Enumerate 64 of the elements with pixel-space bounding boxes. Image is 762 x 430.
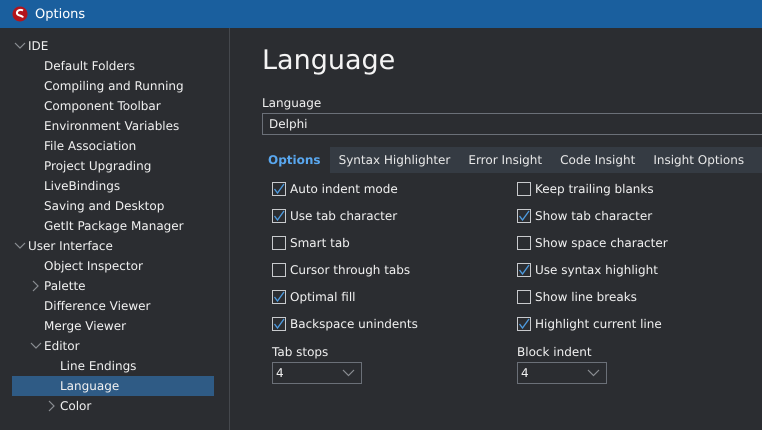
checkbox[interactable] [517,236,531,250]
checkbox-label[interactable]: Smart tab [290,236,350,250]
checkbox-label[interactable]: Keep trailing blanks [535,182,654,196]
checkbox-label[interactable]: Use tab character [290,208,398,222]
tree-item[interactable]: Language [12,376,214,396]
tree-item[interactable]: Compiling and Running [12,76,214,96]
checkbox[interactable] [517,208,531,222]
checkbox[interactable] [272,290,286,304]
checkbox[interactable] [517,316,531,330]
checkbox[interactable] [517,290,531,304]
dropdown[interactable]: 4 [272,362,362,384]
chevron-down-icon[interactable] [30,342,42,350]
checkbox[interactable] [517,182,531,196]
checkbox[interactable] [272,262,286,276]
tree-item[interactable]: User Interface [12,236,214,256]
tree-item[interactable]: GetIt Package Manager [12,216,214,236]
tab[interactable]: Code Insight [551,147,644,173]
tree-item[interactable]: Environment Variables [12,116,214,136]
page-heading: Language [262,44,396,78]
tree-item[interactable]: Saving and Desktop [12,196,214,216]
checkbox[interactable] [517,262,531,276]
checkbox-label[interactable]: Show tab character [535,208,652,222]
checkbox[interactable] [272,316,286,330]
checkbox-label[interactable]: Auto indent mode [290,182,398,196]
checkbox-label[interactable]: Backspace unindents [290,316,418,330]
tree-item[interactable]: Editor [12,336,214,356]
tree-item[interactable]: File Association [12,136,214,156]
chevron-down-icon [587,369,600,377]
window-title: Options [35,6,86,22]
checkbox-label[interactable]: Use syntax highlight [535,262,658,276]
field-label: Block indent [517,345,593,359]
chevron-right-icon[interactable] [32,280,40,292]
checkbox-label[interactable]: Cursor through tabs [290,262,410,276]
tree-item[interactable]: Default Folders [12,56,214,76]
tree-item[interactable]: Difference Viewer [12,296,214,316]
checkbox-label[interactable]: Show space character [535,236,668,250]
language-field[interactable]: Delphi [262,113,762,135]
dropdown[interactable]: 4 [517,362,607,384]
checkbox-label[interactable]: Show line breaks [535,290,637,304]
tab[interactable]: Error Insight [459,147,552,173]
tab[interactable]: Options [259,147,330,173]
checkbox-label[interactable]: Highlight current line [535,316,662,330]
tree-item[interactable]: LiveBindings [12,176,214,196]
chevron-down-icon[interactable] [14,242,26,250]
app-logo-icon [12,6,28,22]
tree-item[interactable]: Palette [12,276,214,296]
checkbox[interactable] [272,236,286,250]
checkbox[interactable] [272,208,286,222]
chevron-down-icon[interactable] [14,42,26,50]
chevron-down-icon [342,369,355,377]
tree-item[interactable]: Line Endings [12,356,214,376]
field-label: Language [262,96,322,110]
tree-item[interactable]: Component Toolbar [12,96,214,116]
tree-item[interactable]: Color [12,396,214,416]
chevron-right-icon[interactable] [48,400,56,412]
checkbox[interactable] [272,182,286,196]
tab[interactable]: Syntax Highlighter [330,147,460,173]
tree-item[interactable]: Merge Viewer [12,316,214,336]
tree-item[interactable]: Object Inspector [12,256,214,276]
tree-item[interactable]: IDE [12,36,214,56]
checkbox-label[interactable]: Optimal fill [290,290,356,304]
tab[interactable]: Insight Options [644,147,754,173]
field-label: Tab stops [272,345,330,359]
tree-item[interactable]: Project Upgrading [12,156,214,176]
